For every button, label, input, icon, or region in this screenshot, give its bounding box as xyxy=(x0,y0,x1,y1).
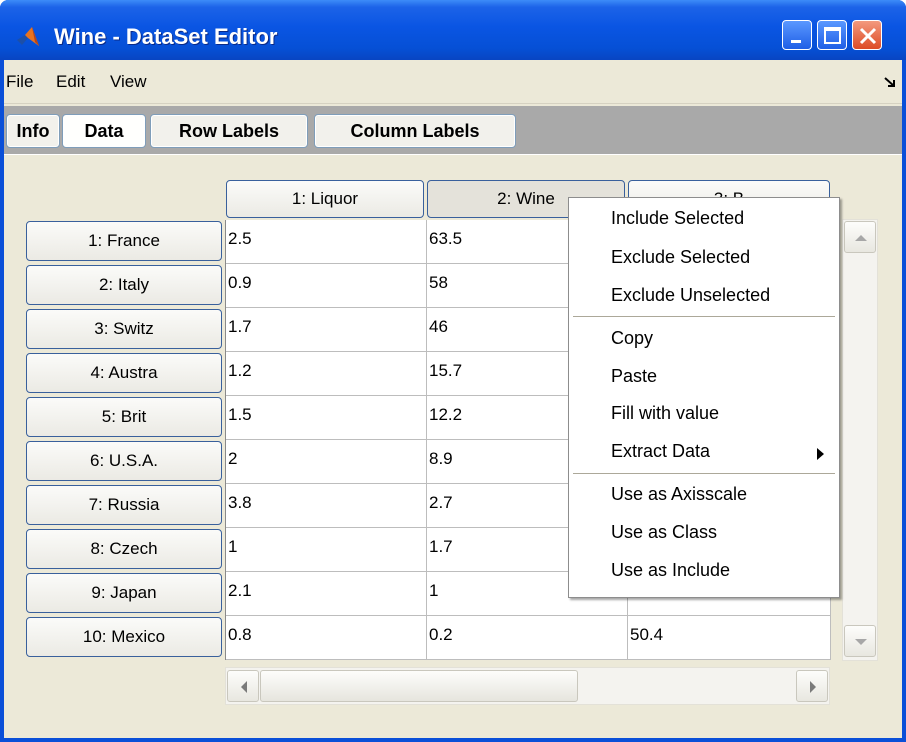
tab-data[interactable]: Data xyxy=(62,114,146,148)
menu-file[interactable]: File xyxy=(6,72,33,92)
grid-cell[interactable]: 0.2 xyxy=(427,616,628,660)
matlab-logo-icon xyxy=(17,27,39,46)
tab-column-labels[interactable]: Column Labels xyxy=(314,114,516,148)
menu-separator xyxy=(573,473,835,474)
row-header-1[interactable]: 1: France xyxy=(26,221,222,261)
close-icon xyxy=(859,27,877,45)
menu-exclude-selected[interactable]: Exclude Selected xyxy=(611,247,750,268)
grid-cell[interactable]: 50.4 xyxy=(628,616,831,660)
row-header-9[interactable]: 9: Japan xyxy=(26,573,222,613)
row-header-5[interactable]: 5: Brit xyxy=(26,397,222,437)
menu-bar: File Edit View xyxy=(4,60,902,104)
grid-cell[interactable]: 2.1 xyxy=(226,572,427,616)
submenu-arrow-icon xyxy=(817,448,824,460)
context-menu: Include Selected Exclude Selected Exclud… xyxy=(568,197,840,598)
arrow-right-icon xyxy=(810,681,816,693)
scroll-left-button[interactable] xyxy=(227,670,259,702)
grid-cell[interactable]: 1.5 xyxy=(226,396,427,440)
menu-separator xyxy=(573,316,835,317)
title-bar[interactable]: Wine - DataSet Editor xyxy=(0,0,906,60)
menu-copy[interactable]: Copy xyxy=(611,328,653,349)
grid-cell[interactable]: 1 xyxy=(226,528,427,572)
grid-cell[interactable]: 1.7 xyxy=(226,308,427,352)
row-header-8[interactable]: 8: Czech xyxy=(26,529,222,569)
tab-strip: Info Data Row Labels Column Labels xyxy=(4,106,902,154)
vertical-scrollbar[interactable] xyxy=(842,219,878,661)
menu-paste[interactable]: Paste xyxy=(611,366,657,387)
menu-use-as-include[interactable]: Use as Include xyxy=(611,560,730,581)
minimize-button[interactable] xyxy=(782,20,812,50)
menu-include-selected[interactable]: Include Selected xyxy=(611,208,744,229)
menu-edit[interactable]: Edit xyxy=(56,72,85,92)
menu-extract-data[interactable]: Extract Data xyxy=(611,441,710,462)
minimize-icon xyxy=(791,40,801,43)
row-header-10[interactable]: 10: Mexico xyxy=(26,617,222,657)
row-header-6[interactable]: 6: U.S.A. xyxy=(26,441,222,481)
grid-cell[interactable]: 1.2 xyxy=(226,352,427,396)
column-header-1[interactable]: 1: Liquor xyxy=(226,180,424,218)
menu-exclude-unselected[interactable]: Exclude Unselected xyxy=(611,285,770,306)
grid-cell[interactable]: 0.8 xyxy=(226,616,427,660)
maximize-icon xyxy=(824,27,841,44)
grid-cell[interactable]: 0.9 xyxy=(226,264,427,308)
arrow-down-icon xyxy=(855,639,867,645)
maximize-button[interactable] xyxy=(817,20,847,50)
menu-use-as-axisscale[interactable]: Use as Axisscale xyxy=(611,484,747,505)
menu-view[interactable]: View xyxy=(110,72,147,92)
row-header-7[interactable]: 7: Russia xyxy=(26,485,222,525)
close-button[interactable] xyxy=(852,20,882,50)
scroll-up-button[interactable] xyxy=(844,221,876,253)
arrow-left-icon xyxy=(241,681,247,693)
dock-arrow-icon[interactable] xyxy=(884,76,896,88)
scroll-right-button[interactable] xyxy=(796,670,828,702)
arrow-up-icon xyxy=(855,235,867,241)
row-header-3[interactable]: 3: Switz xyxy=(26,309,222,349)
grid-cell[interactable]: 2.5 xyxy=(226,220,427,264)
window-title: Wine - DataSet Editor xyxy=(54,24,278,49)
tab-row-labels[interactable]: Row Labels xyxy=(150,114,308,148)
tab-info[interactable]: Info xyxy=(6,114,60,148)
row-header-4[interactable]: 4: Austra xyxy=(26,353,222,393)
row-header-2[interactable]: 2: Italy xyxy=(26,265,222,305)
menu-use-as-class[interactable]: Use as Class xyxy=(611,522,717,543)
horizontal-scrollbar[interactable] xyxy=(225,667,830,705)
menu-fill-with-value[interactable]: Fill with value xyxy=(611,403,719,424)
scroll-thumb[interactable] xyxy=(260,670,578,702)
grid-cell[interactable]: 3.8 xyxy=(226,484,427,528)
scroll-down-button[interactable] xyxy=(844,625,876,657)
grid-cell[interactable]: 2 xyxy=(226,440,427,484)
